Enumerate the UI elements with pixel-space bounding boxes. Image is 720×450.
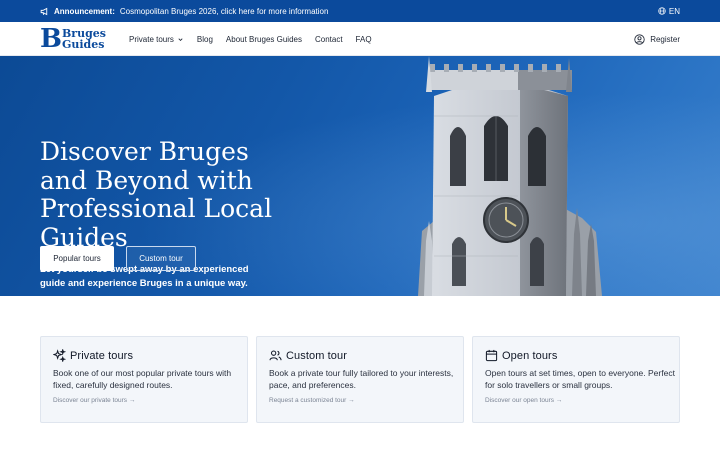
- register-button[interactable]: Register: [634, 22, 680, 56]
- card-header: Open tours: [485, 349, 557, 362]
- card-link[interactable]: Discover our open tours →: [485, 397, 562, 404]
- logo-line2: Guides: [61, 38, 105, 51]
- nav-item-private-tours[interactable]: Private tours: [129, 35, 184, 44]
- nav-item-label: Blog: [196, 34, 213, 44]
- user-circle-icon: [634, 33, 645, 45]
- card-custom-tour[interactable]: Custom tour Book a private tour fully ta…: [256, 336, 464, 423]
- card-description: Book one of our most popular private tou…: [53, 368, 232, 390]
- popular-tours-button[interactable]: Popular tours: [40, 246, 114, 271]
- announcement-label: Announcement:: [54, 6, 115, 16]
- nav-item-blog[interactable]: Blog: [197, 35, 213, 44]
- announcement-text[interactable]: Cosmopolitan Bruges 2026, click here for…: [120, 7, 329, 16]
- card-link[interactable]: Request a customized tour →: [269, 397, 355, 404]
- announcement-link[interactable]: Announcement: Cosmopolitan Bruges 2026, …: [40, 0, 328, 22]
- hero-title: Discover Bruges and Beyond with Professi…: [40, 137, 273, 252]
- card-description: Book a private tour fully tailored to yo…: [269, 368, 454, 390]
- logo-wordmark: Bruges Guides: [62, 28, 106, 50]
- language-label: EN: [668, 6, 680, 16]
- calendar-icon: [485, 349, 498, 362]
- card-header: Custom tour: [269, 349, 347, 362]
- card-open-tours[interactable]: Open tours Open tours at set times, open…: [472, 336, 680, 423]
- logo[interactable]: B Bruges Guides: [40, 26, 106, 52]
- nav-item-label: Contact: [314, 34, 343, 44]
- register-label: Register: [650, 34, 680, 44]
- nav-item-contact[interactable]: Contact: [315, 35, 343, 44]
- globe-icon: [658, 7, 666, 15]
- card-title: Open tours: [502, 349, 558, 362]
- main-nav: Private tours Blog About Bruges Guides C…: [129, 22, 385, 56]
- card-header: Private tours: [53, 349, 133, 362]
- site-header: B Bruges Guides Private tours Blog About…: [0, 22, 720, 56]
- nav-item-label: FAQ: [355, 34, 372, 44]
- chevron-down-icon: [178, 37, 183, 41]
- sparkles-icon: [53, 349, 66, 362]
- nav-item-label: About Bruges Guides: [225, 34, 302, 44]
- nav-item-faq[interactable]: FAQ: [356, 35, 372, 44]
- card-description: Open tours at set times, open to everyon…: [485, 368, 675, 390]
- nav-item-about[interactable]: About Bruges Guides: [226, 35, 302, 44]
- language-selector[interactable]: EN: [658, 0, 680, 22]
- card-private-tours[interactable]: Private tours Book one of our most popul…: [40, 336, 248, 423]
- users-icon: [269, 350, 282, 361]
- belfry-tower-image: [418, 56, 602, 296]
- logo-letter: B: [40, 24, 62, 54]
- announcement-bar[interactable]: Announcement: Cosmopolitan Bruges 2026, …: [0, 0, 720, 22]
- card-title: Custom tour: [286, 349, 348, 362]
- megaphone-icon: [40, 7, 48, 15]
- card-title: Private tours: [70, 349, 134, 362]
- nav-item-label: Private tours: [129, 34, 174, 44]
- card-link[interactable]: Discover our private tours →: [53, 397, 135, 404]
- custom-tour-button[interactable]: Custom tour: [126, 246, 196, 271]
